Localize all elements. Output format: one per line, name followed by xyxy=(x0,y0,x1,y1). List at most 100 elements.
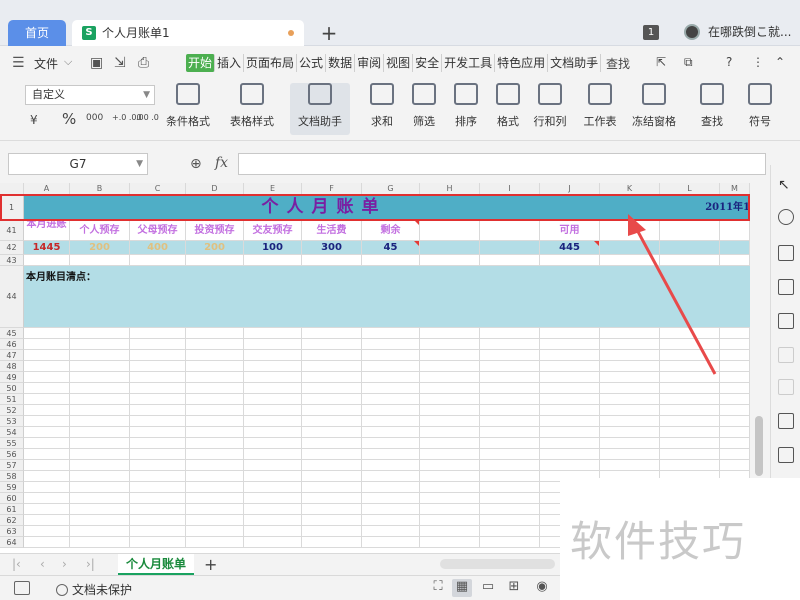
table-cell[interactable]: 交友预存 xyxy=(244,220,302,241)
row-header[interactable]: 55 xyxy=(0,438,24,449)
table-cell[interactable] xyxy=(302,350,362,361)
row-header[interactable]: 62 xyxy=(0,515,24,526)
table-cell[interactable] xyxy=(24,372,70,383)
table-cell[interactable] xyxy=(540,383,600,394)
table-cell[interactable] xyxy=(660,460,720,471)
table-cell[interactable] xyxy=(720,416,750,427)
avatar[interactable] xyxy=(684,24,700,40)
table-cell[interactable] xyxy=(540,361,600,372)
table-cell[interactable] xyxy=(362,504,420,515)
menu-tab[interactable]: 开发工具 xyxy=(442,54,496,72)
table-cell[interactable] xyxy=(244,361,302,372)
table-cell[interactable] xyxy=(130,427,186,438)
row-header[interactable]: 49 xyxy=(0,372,24,383)
share-icon[interactable] xyxy=(778,447,794,463)
column-header[interactable]: A xyxy=(24,183,70,195)
menu-tab[interactable]: 页面布局 xyxy=(244,54,298,72)
table-cell[interactable] xyxy=(24,350,70,361)
table-cell[interactable] xyxy=(70,361,130,372)
table-cell[interactable] xyxy=(186,255,244,266)
ribbon-button[interactable]: 工作表 xyxy=(570,83,630,129)
tool-icon[interactable] xyxy=(778,347,794,363)
table-cell[interactable] xyxy=(70,394,130,405)
hamburger-icon[interactable]: ☰ xyxy=(12,55,25,71)
table-cell[interactable] xyxy=(302,537,362,548)
table-cell[interactable] xyxy=(480,493,540,504)
more-icon[interactable]: ⋮ xyxy=(752,55,764,69)
menu-tab[interactable]: 特色应用 xyxy=(495,54,549,72)
table-cell[interactable] xyxy=(24,394,70,405)
table-cell[interactable] xyxy=(480,515,540,526)
table-cell[interactable] xyxy=(480,427,540,438)
table-cell[interactable]: 投资预存 xyxy=(186,220,244,241)
row-header[interactable]: 54 xyxy=(0,427,24,438)
help-icon[interactable]: ? xyxy=(726,55,732,69)
table-cell[interactable] xyxy=(480,416,540,427)
table-cell[interactable] xyxy=(302,339,362,350)
column-header[interactable]: I xyxy=(480,183,540,195)
table-cell[interactable] xyxy=(186,350,244,361)
table-cell[interactable] xyxy=(24,361,70,372)
table-cell[interactable] xyxy=(480,255,540,266)
table-cell[interactable] xyxy=(660,339,720,350)
table-cell[interactable] xyxy=(244,471,302,482)
column-header[interactable]: H xyxy=(420,183,480,195)
table-cell[interactable] xyxy=(186,504,244,515)
table-cell[interactable] xyxy=(420,339,480,350)
grid-icon[interactable] xyxy=(778,313,794,329)
table-cell[interactable] xyxy=(362,471,420,482)
table-cell[interactable] xyxy=(130,438,186,449)
table-cell[interactable] xyxy=(540,416,600,427)
table-cell[interactable]: 生活费 xyxy=(302,220,362,241)
table-cell[interactable] xyxy=(660,383,720,394)
table-cell[interactable] xyxy=(70,328,130,339)
table-cell[interactable] xyxy=(720,372,750,383)
table-cell[interactable] xyxy=(660,255,720,266)
table-cell[interactable] xyxy=(186,493,244,504)
column-header[interactable]: G xyxy=(362,183,420,195)
table-cell[interactable] xyxy=(186,438,244,449)
table-cell[interactable] xyxy=(480,372,540,383)
menu-tab[interactable]: 审阅 xyxy=(355,54,385,72)
eye-icon[interactable]: ◉ xyxy=(532,579,552,597)
image-icon[interactable] xyxy=(778,413,794,429)
table-cell[interactable] xyxy=(302,372,362,383)
table-cell[interactable] xyxy=(362,427,420,438)
table-cell[interactable] xyxy=(420,241,480,255)
table-cell[interactable] xyxy=(24,526,70,537)
ribbon-button[interactable]: 冻结窗格 xyxy=(624,83,684,129)
table-cell[interactable] xyxy=(540,427,600,438)
table-cell[interactable] xyxy=(362,350,420,361)
table-cell[interactable] xyxy=(600,339,660,350)
menu-tab[interactable]: 数据 xyxy=(326,54,356,72)
table-cell[interactable]: 可用 xyxy=(540,220,600,241)
table-cell[interactable] xyxy=(244,350,302,361)
comment-marker-icon[interactable] xyxy=(414,241,419,246)
table-cell[interactable] xyxy=(420,350,480,361)
table-cell[interactable] xyxy=(186,394,244,405)
table-cell[interactable] xyxy=(420,504,480,515)
table-cell[interactable] xyxy=(70,372,130,383)
table-cell[interactable] xyxy=(660,220,720,241)
currency-button[interactable]: ¥ xyxy=(30,113,38,127)
table-cell[interactable] xyxy=(600,416,660,427)
table-cell[interactable]: 200 xyxy=(70,241,130,255)
share-icon[interactable]: ⇱ xyxy=(656,55,666,69)
table-cell[interactable] xyxy=(720,449,750,460)
column-header[interactable]: L xyxy=(660,183,720,195)
table-cell[interactable] xyxy=(600,383,660,394)
column-header[interactable]: J xyxy=(540,183,600,195)
table-cell[interactable] xyxy=(70,416,130,427)
table-cell[interactable] xyxy=(720,241,750,255)
table-cell[interactable] xyxy=(130,255,186,266)
tab-document[interactable]: S 个人月账单1 xyxy=(72,20,304,46)
table-cell[interactable] xyxy=(24,504,70,515)
table-cell[interactable] xyxy=(362,255,420,266)
table-cell[interactable] xyxy=(244,460,302,471)
table-cell[interactable] xyxy=(130,504,186,515)
table-cell[interactable] xyxy=(362,482,420,493)
comment-marker-icon[interactable] xyxy=(594,241,599,246)
print-icon[interactable]: ⎙ xyxy=(138,55,149,71)
last-sheet-icon[interactable]: ›| xyxy=(86,557,95,571)
table-cell[interactable] xyxy=(660,416,720,427)
